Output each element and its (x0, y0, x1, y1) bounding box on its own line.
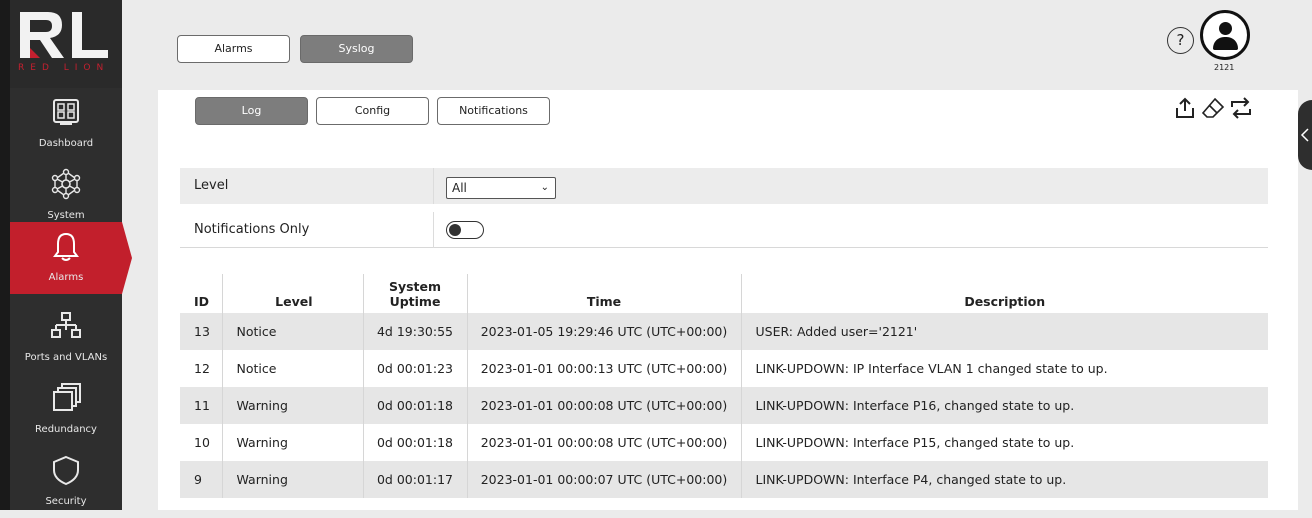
rl-logo-icon (20, 12, 108, 58)
ports-vlan-icon (51, 312, 81, 338)
col-header-uptime[interactable]: System Uptime (362, 274, 467, 313)
tab-alarms[interactable]: Alarms (177, 35, 290, 63)
cell-description: LINK-UPDOWN: Interface P16, changed stat… (740, 387, 1268, 424)
sidebar-item-dashboard[interactable]: Dashboard (10, 88, 122, 160)
dashboard-icon (53, 99, 79, 125)
col-header-level[interactable]: Level (221, 274, 363, 313)
tab-syslog[interactable]: Syslog (300, 35, 413, 63)
table-row[interactable]: 13 Notice 4d 19:30:55 2023-01-05 19:29:4… (180, 313, 1268, 350)
subtab-log[interactable]: Log (195, 97, 308, 125)
cell-level: Warning (221, 387, 363, 424)
table-row[interactable]: 11 Warning 0d 00:01:18 2023-01-01 00:00:… (180, 387, 1268, 424)
eraser-icon[interactable] (1201, 96, 1225, 120)
cell-id: 11 (180, 387, 222, 424)
sidebar-item-label: Security (45, 496, 87, 507)
sidebar-item-redundancy[interactable]: Redundancy (10, 374, 122, 446)
cell-id: 10 (194, 435, 210, 450)
cell-level: Warning (221, 424, 363, 461)
chevron-down-icon: ⌄ (540, 182, 549, 193)
level-filter-row: Level All ⌄ (180, 168, 1268, 204)
cell-description: LINK-UPDOWN: Interface P15, changed stat… (740, 424, 1268, 461)
sidebar-item-label: Alarms (48, 272, 84, 283)
level-select[interactable]: All ⌄ (446, 177, 556, 199)
cell-level: Notice (221, 313, 363, 350)
shield-icon (53, 455, 79, 486)
cell-id: 13 (180, 313, 222, 350)
notifications-only-row: Notifications Only (180, 212, 1268, 248)
user-avatar-icon[interactable] (1200, 10, 1250, 60)
notifications-only-toggle[interactable] (446, 221, 484, 239)
cell-level: Warning (221, 461, 363, 498)
brand-text: RED LION (18, 63, 110, 73)
table-row[interactable]: 10 Warning 0d 00:01:18 2023-01-01 00:00:… (180, 424, 1268, 461)
cell-description: LINK-UPDOWN: IP Interface VLAN 1 changed… (740, 350, 1268, 387)
syslog-table: ID Level System Uptime Time Description 1… (180, 274, 1268, 498)
chevron-left-icon (1300, 128, 1309, 142)
cell-level: Notice (221, 350, 363, 387)
cell-time: 2023-01-01 00:00:08 UTC (UTC+00:00) (466, 387, 741, 424)
table-row[interactable]: 9 Warning 0d 00:01:17 2023-01-01 00:00:0… (180, 461, 1268, 498)
cell-id: 12 (194, 361, 210, 376)
username-label: 2121 (1214, 63, 1235, 72)
col-header-id[interactable]: ID (180, 274, 222, 313)
toolbar (1173, 96, 1261, 120)
sidebar-item-label: Redundancy (35, 424, 97, 435)
col-header-time[interactable]: Time (466, 274, 741, 313)
bell-icon (53, 232, 79, 261)
export-icon[interactable] (1173, 96, 1197, 120)
sidebar-item-label: Ports and VLANs (24, 352, 108, 363)
cell-time: 2023-01-05 19:29:46 UTC (UTC+00:00) (466, 313, 741, 350)
cell-time: 2023-01-01 00:00:07 UTC (UTC+00:00) (466, 461, 741, 498)
sidebar-item-label: System (47, 210, 85, 221)
cell-uptime: 0d 00:01:18 (362, 387, 467, 424)
level-label: Level (194, 178, 229, 193)
sidebar-item-label: Dashboard (38, 138, 94, 149)
subtab-notifications[interactable]: Notifications (437, 97, 550, 125)
level-select-value: All (452, 181, 467, 195)
cell-time: 2023-01-01 00:00:08 UTC (UTC+00:00) (466, 424, 741, 461)
cell-uptime: 0d 00:01:23 (362, 350, 467, 387)
table-header-row: ID Level System Uptime Time Description (180, 274, 1268, 313)
cell-uptime: 4d 19:30:55 (362, 313, 467, 350)
red-lion-logo: RED LION (10, 0, 122, 88)
cell-time: 2023-01-01 00:00:13 UTC (UTC+00:00) (466, 350, 741, 387)
cell-uptime: 0d 00:01:17 (362, 461, 467, 498)
notifications-only-label: Notifications Only (194, 222, 310, 237)
system-network-icon (51, 168, 81, 200)
sidebar-item-alarms[interactable]: Alarms (10, 222, 132, 294)
help-icon[interactable]: ? (1167, 27, 1194, 54)
subtab-config[interactable]: Config (316, 97, 429, 125)
cell-id: 9 (180, 461, 222, 498)
cell-uptime: 0d 00:01:18 (362, 424, 467, 461)
collapse-panel-handle[interactable] (1298, 100, 1312, 170)
sidebar-item-ports-vlans[interactable]: Ports and VLANs (10, 302, 122, 374)
sidebar-item-security[interactable]: Security (10, 446, 122, 518)
cell-description: LINK-UPDOWN: Interface P4, changed state… (740, 461, 1268, 498)
cell-description: USER: Added user='2121' (740, 313, 1268, 350)
redundancy-icon (53, 383, 81, 411)
table-row[interactable]: 12 Notice 0d 00:01:23 2023-01-01 00:00:1… (180, 350, 1268, 387)
refresh-icon[interactable] (1229, 96, 1253, 120)
col-header-description[interactable]: Description (740, 274, 1268, 313)
